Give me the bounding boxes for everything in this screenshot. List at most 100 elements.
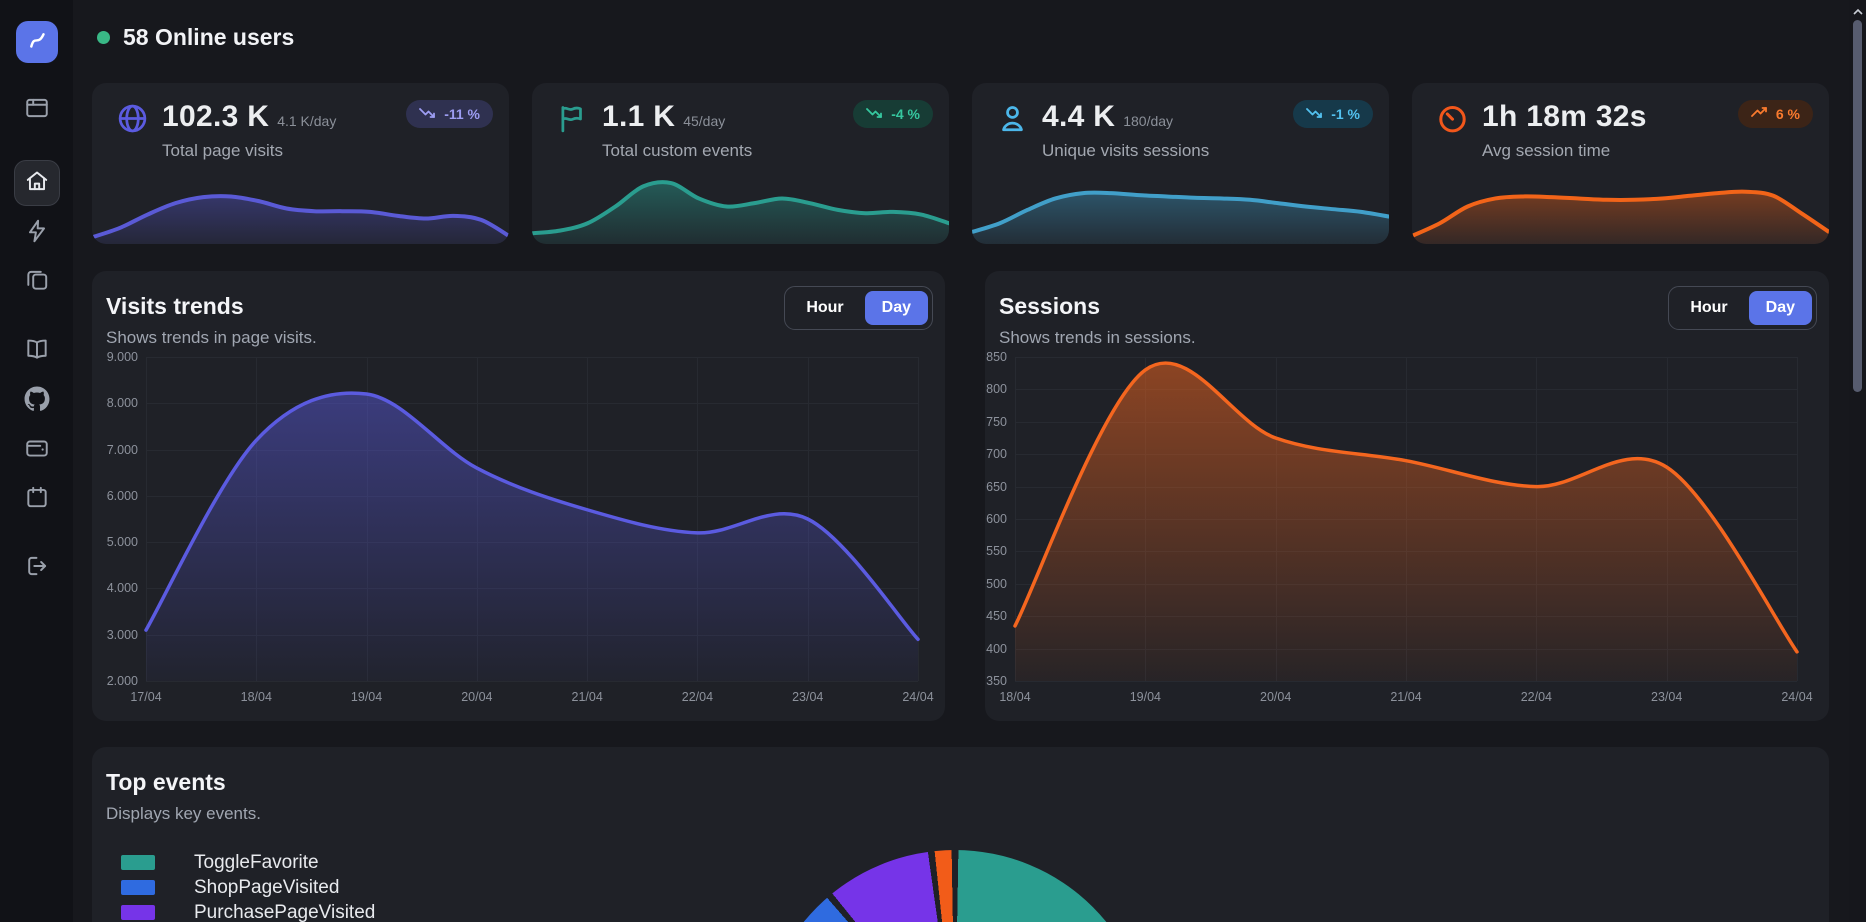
panel-title: Top events (106, 769, 261, 796)
trend-down-icon (1306, 106, 1324, 122)
day-button[interactable]: Day (1749, 291, 1812, 325)
x-axis-label: 19/04 (351, 690, 382, 704)
x-axis-label: 23/04 (792, 690, 823, 704)
sidebar-item-github[interactable] (17, 381, 57, 421)
top-events-pie-chart (760, 850, 1150, 922)
gridline-horizontal (146, 681, 918, 682)
x-axis-label: 18/04 (999, 690, 1030, 704)
y-axis-label: 4.000 (107, 581, 138, 595)
y-axis-label: 5.000 (107, 535, 138, 549)
y-axis-label: 600 (986, 512, 1007, 526)
trend-badge-text: -11 % (444, 106, 480, 122)
y-axis-label: 500 (986, 577, 1007, 591)
stat-label: Avg session time (1482, 141, 1655, 161)
x-axis-label: 23/04 (1651, 690, 1682, 704)
sidebar-item-pages[interactable] (17, 262, 57, 302)
sparkline-chart (532, 168, 949, 244)
stat-card-session-time: 1h 18m 32s Avg session time 6 % (1412, 83, 1829, 244)
sidebar-item-events[interactable] (17, 213, 57, 253)
trend-badge: -11 % (406, 100, 493, 128)
y-axis-label: 550 (986, 544, 1007, 558)
y-axis-label: 800 (986, 382, 1007, 396)
stat-label: Total page visits (162, 141, 336, 161)
x-axis-label: 22/04 (682, 690, 713, 704)
x-axis-label: 17/04 (130, 690, 161, 704)
legend-item-shoppagevisited[interactable]: ShopPageVisited (121, 880, 375, 895)
pie-legend: ToggleFavorite ShopPageVisited PurchaseP… (121, 855, 375, 922)
trend-badge: 6 % (1738, 100, 1813, 128)
y-axis-label: 2.000 (107, 674, 138, 688)
trend-down-icon (866, 106, 884, 122)
sparkline-chart (972, 168, 1389, 244)
y-axis-label: 850 (986, 350, 1007, 364)
legend-item-purchasepagevisited[interactable]: PurchasePageVisited (121, 905, 375, 920)
hour-button[interactable]: Hour (1673, 291, 1744, 325)
y-axis-label: 7.000 (107, 443, 138, 457)
legend-swatch (121, 905, 155, 920)
online-users-label: 58 Online users (123, 24, 294, 51)
sidebar-item-browser[interactable] (17, 90, 57, 130)
github-icon (24, 386, 50, 417)
visits-trends-panel: Visits trends Shows trends in page visit… (92, 271, 945, 721)
flag-icon (556, 102, 589, 135)
logo-wave-icon (24, 27, 50, 58)
online-status-dot (97, 31, 110, 44)
trend-badge: -1 % (1293, 100, 1373, 128)
y-axis-label: 400 (986, 642, 1007, 656)
hour-button[interactable]: Hour (789, 291, 860, 325)
legend-label: ShopPageVisited (194, 877, 339, 899)
user-icon (996, 102, 1029, 135)
scrollbar-thumb[interactable] (1853, 20, 1862, 392)
book-icon (24, 336, 50, 367)
area-chart-svg (1015, 357, 1797, 681)
panel-subtitle: Shows trends in page visits. (106, 328, 317, 348)
trend-badge-text: 6 % (1776, 106, 1800, 122)
sessions-range-toggle: Hour Day (1668, 286, 1817, 330)
gridline-horizontal (1015, 681, 1797, 682)
top-events-panel: Top events Displays key events. ToggleFa… (92, 747, 1829, 922)
trend-badge-text: -4 % (891, 106, 920, 122)
scroll-up-arrow-icon[interactable] (1852, 3, 1863, 21)
legend-item-togglefavorite[interactable]: ToggleFavorite (121, 855, 375, 870)
y-axis-label: 9.000 (107, 350, 138, 364)
panel-title: Sessions (999, 293, 1196, 320)
globe-icon (116, 102, 149, 135)
x-axis-label: 20/04 (1260, 690, 1291, 704)
trend-up-icon (1751, 106, 1769, 122)
stat-value: 1.1 K (602, 100, 675, 134)
x-axis-label: 21/04 (1390, 690, 1421, 704)
sidebar-item-calendar[interactable] (17, 479, 57, 519)
browser-window-icon (24, 95, 50, 126)
x-axis-label: 24/04 (1781, 690, 1812, 704)
sidebar-item-home[interactable] (14, 160, 60, 206)
y-axis-label: 750 (986, 415, 1007, 429)
y-axis-label: 650 (986, 480, 1007, 494)
wallet-icon (24, 435, 50, 466)
timer-icon (1436, 102, 1469, 135)
x-axis-label: 24/04 (902, 690, 933, 704)
stat-card-page-visits: 102.3 K 4.1 K/day Total page visits -11 … (92, 83, 509, 244)
sidebar-item-logout[interactable] (17, 548, 57, 588)
sidebar (0, 0, 73, 922)
visits-line-chart: 9.0008.0007.0006.0005.0004.0003.0002.000… (146, 357, 918, 681)
app-logo[interactable] (16, 21, 58, 63)
sidebar-item-wallet[interactable] (17, 430, 57, 470)
y-axis-label: 3.000 (107, 628, 138, 642)
x-axis-label: 19/04 (1130, 690, 1161, 704)
x-axis-label: 22/04 (1521, 690, 1552, 704)
trend-badge-text: -1 % (1331, 106, 1360, 122)
stat-card-unique-sessions: 4.4 K 180/day Unique visits sessions -1 … (972, 83, 1389, 244)
sparkline-chart (92, 168, 509, 244)
stat-value: 102.3 K (162, 100, 269, 134)
y-axis-label: 6.000 (107, 489, 138, 503)
sidebar-item-docs[interactable] (17, 331, 57, 371)
x-axis-label: 18/04 (241, 690, 272, 704)
day-button[interactable]: Day (865, 291, 928, 325)
y-axis-label: 700 (986, 447, 1007, 461)
sparkline-svg (1412, 168, 1829, 244)
stat-rate: 4.1 K/day (277, 113, 336, 129)
calendar-icon (24, 484, 50, 515)
sparkline-svg (972, 168, 1389, 244)
lightning-icon (24, 218, 50, 249)
stat-rate: 180/day (1123, 113, 1173, 129)
